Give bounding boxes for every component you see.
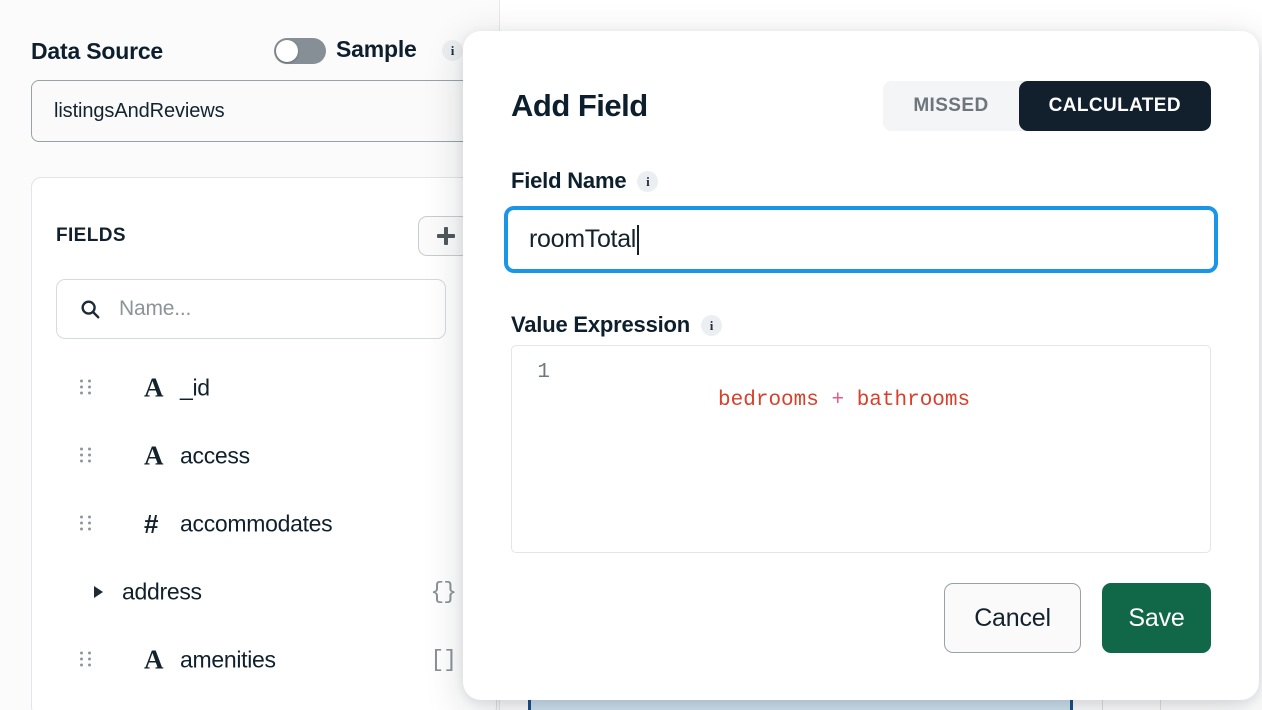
field-type-icon-string: A [144, 440, 164, 471]
field-type-segmented-control: MISSED CALCULATED [883, 81, 1211, 131]
value-expression-info-icon[interactable]: i [701, 314, 722, 336]
cancel-button[interactable]: Cancel [944, 583, 1081, 653]
data-source-title: Data Source [31, 37, 164, 64]
chevron-right-icon[interactable] [94, 586, 103, 598]
field-type-badge-object: {} [430, 579, 457, 605]
code-token-identifier: bathrooms [856, 389, 971, 413]
field-name-label: access [180, 442, 250, 469]
text-caret [637, 224, 640, 255]
field-type-icon-string: A [144, 372, 164, 403]
value-expression-label-text: Value Expression [511, 312, 690, 337]
modal-header: Add Field MISSED CALCULATED [511, 80, 1211, 132]
code-line-number: 1 [537, 361, 550, 384]
drag-handle-icon[interactable] [80, 515, 92, 533]
field-list-item[interactable]: A amenities [] [32, 626, 496, 694]
modal-footer: Cancel Save [511, 583, 1211, 653]
field-list-item[interactable]: A access [32, 422, 496, 490]
fields-title: FIELDS [56, 225, 126, 246]
field-name-label: accommodates [180, 510, 333, 537]
tab-missed[interactable]: MISSED [883, 81, 1019, 131]
app-root: Data Source Sample i listingsAndReviews … [0, 0, 1262, 710]
sample-info-icon[interactable]: i [442, 40, 463, 61]
field-name-label-text: Field Name [511, 168, 627, 193]
field-name-label: address [122, 578, 202, 605]
field-name-label-group: Field Name i [511, 168, 659, 194]
fields-card: FIELDS Name... A _id A access # accommod… [31, 177, 497, 710]
code-line: 1 bedrooms + bathrooms [512, 346, 1210, 444]
drag-handle-icon[interactable] [80, 447, 92, 465]
code-line-content: bedrooms + bathrooms [562, 359, 970, 444]
sample-label: Sample [336, 36, 417, 62]
value-expression-editor[interactable]: 1 bedrooms + bathrooms [511, 345, 1211, 553]
field-name-label: _id [180, 374, 210, 401]
fields-header: FIELDS [56, 215, 474, 257]
field-name-input-inner: roomTotal [529, 224, 640, 255]
field-list-item[interactable]: address {} [32, 558, 496, 626]
fields-list: A _id A access # accommodates address {}… [32, 354, 496, 710]
field-list-item[interactable]: # accommodates [32, 490, 496, 558]
tab-calculated[interactable]: CALCULATED [1018, 81, 1211, 131]
plus-icon [437, 227, 455, 245]
field-name-input[interactable]: roomTotal [504, 206, 1218, 273]
drag-handle-icon[interactable] [80, 651, 92, 669]
field-name-label: amenities [180, 646, 276, 673]
data-source-select-value: listingsAndReviews [54, 99, 225, 122]
search-icon [81, 300, 100, 319]
field-type-icon-number: # [144, 509, 159, 539]
add-field-modal: Add Field MISSED CALCULATED Field Name i… [463, 31, 1259, 700]
fields-search-input[interactable]: Name... [56, 279, 446, 339]
field-name-info-icon[interactable]: i [637, 170, 659, 192]
drag-handle-icon[interactable] [80, 379, 92, 397]
code-token-operator: + [831, 389, 845, 413]
field-name-input-value: roomTotal [529, 225, 637, 253]
value-expression-label-group: Value Expression i [511, 312, 722, 338]
sample-toggle-knob [276, 40, 298, 62]
code-token-identifier: bedrooms [718, 389, 819, 413]
data-source-header: Data Source Sample [31, 34, 471, 68]
field-list-item[interactable]: A _id [32, 354, 496, 422]
field-type-badge-array: [] [430, 647, 457, 673]
fields-search-placeholder: Name... [119, 297, 192, 320]
left-sidebar-panel: Data Source Sample i listingsAndReviews … [0, 0, 500, 710]
data-source-select[interactable]: listingsAndReviews [31, 80, 497, 142]
save-button[interactable]: Save [1102, 583, 1211, 653]
sample-toggle[interactable] [274, 38, 326, 64]
modal-title: Add Field [511, 88, 648, 123]
field-type-icon-string: A [144, 644, 164, 675]
